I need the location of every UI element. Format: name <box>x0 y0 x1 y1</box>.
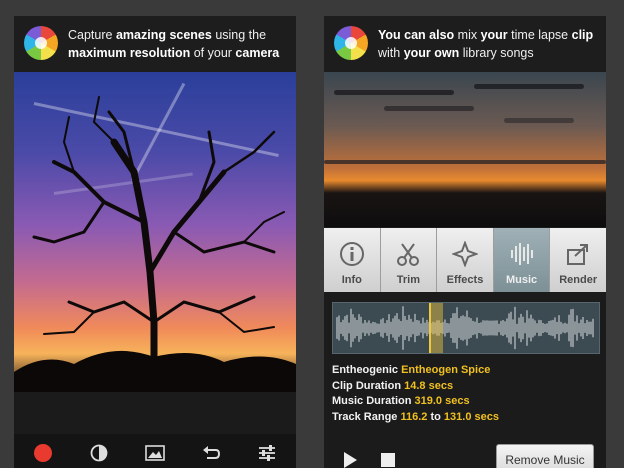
music-duration-row: Music Duration 319.0 secs <box>332 395 470 407</box>
stop-icon <box>381 453 395 467</box>
track-range-selector[interactable] <box>429 303 443 353</box>
right-phone-screen: You can also mix your time lapse clip wi… <box>324 16 606 468</box>
tool-info[interactable]: Info <box>324 228 381 292</box>
record-button[interactable] <box>32 442 54 464</box>
tool-effects[interactable]: Effects <box>437 228 494 292</box>
gallery-button[interactable] <box>144 442 166 464</box>
right-caption: You can also mix your time lapse clip wi… <box>378 28 594 60</box>
filter-icon <box>90 444 108 462</box>
gallery-icon <box>145 445 165 461</box>
info-icon <box>339 242 364 266</box>
clip-duration-row: Clip Duration 14.8 secs <box>332 379 454 392</box>
playback-controls: Remove Music <box>324 438 606 468</box>
cloud <box>504 118 574 123</box>
undo-button[interactable] <box>200 442 222 464</box>
filter-button[interactable] <box>88 442 110 464</box>
left-caption: Capture amazing scenes using the maximum… <box>68 28 280 60</box>
settings-sliders-icon <box>259 445 275 461</box>
scissors-icon <box>397 243 420 266</box>
app-logo-icon <box>24 26 58 60</box>
left-header: Capture amazing scenes using the maximum… <box>14 16 296 72</box>
tool-trim[interactable]: Trim <box>380 228 438 292</box>
right-header: You can also mix your time lapse clip wi… <box>324 16 606 72</box>
play-icon <box>344 452 357 468</box>
record-icon <box>34 444 52 462</box>
tool-music[interactable]: Music <box>493 228 551 292</box>
stop-button[interactable] <box>378 450 398 468</box>
music-waveform-icon <box>510 243 533 265</box>
play-button[interactable] <box>340 450 360 468</box>
waveform-graphic <box>336 306 594 350</box>
horizon <box>324 160 606 164</box>
app-logo-icon <box>334 26 368 60</box>
settings-button[interactable] <box>256 442 278 464</box>
timelapse-video-preview[interactable] <box>324 72 606 227</box>
camera-preview[interactable] <box>14 72 296 392</box>
effects-icon <box>451 241 478 267</box>
tool-render[interactable]: Render <box>550 228 606 292</box>
remove-music-button[interactable]: Remove Music <box>496 444 594 468</box>
tree-silhouette-icon <box>14 96 296 392</box>
cloud <box>474 84 584 89</box>
music-info: Entheogenic Entheogen Spice Clip Duratio… <box>332 363 499 425</box>
music-waveform-track[interactable] <box>332 302 600 354</box>
render-icon <box>567 244 589 265</box>
left-phone-screen: Capture amazing scenes using the maximum… <box>14 16 296 468</box>
undo-icon <box>203 446 221 459</box>
cloud <box>334 90 454 95</box>
camera-toolbar <box>14 434 296 468</box>
editor-toolbar: Info Trim Effects Music Render <box>324 228 606 292</box>
track-range-row: Track Range 116.2 to 131.0 secs <box>332 410 499 423</box>
cloud <box>384 106 474 111</box>
track-title-row: Entheogenic Entheogen Spice <box>332 364 491 376</box>
